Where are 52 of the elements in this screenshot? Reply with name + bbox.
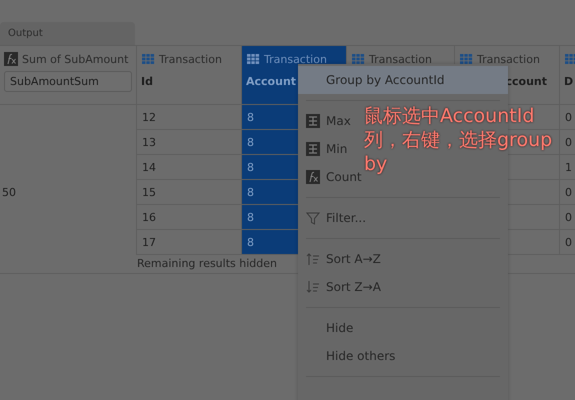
annotation-text: 鼠标选中AccountId列，右键，选择group by — [364, 104, 554, 176]
column-title[interactable]: Transaction — [477, 52, 540, 66]
menu-item[interactable]: Max — [306, 114, 351, 128]
table-icon — [459, 52, 473, 66]
aggregate-icon — [306, 142, 320, 156]
table-icon — [141, 52, 155, 66]
table-cell: 8 — [247, 161, 254, 174]
menu-item[interactable]: Count — [306, 170, 362, 184]
menu-item[interactable]: Filter... — [306, 211, 366, 225]
table-cell: 8 — [247, 236, 254, 249]
column-title[interactable]: Transaction — [264, 52, 327, 66]
menu-item[interactable]: Hide — [306, 321, 354, 335]
table-cell: 0 — [565, 211, 572, 224]
column-header[interactable]: D — [564, 75, 574, 88]
menu-item[interactable]: Min — [306, 142, 348, 156]
menu-item[interactable]: Hide others — [306, 349, 396, 363]
table-cell: 8 — [247, 211, 254, 224]
table-cell: 12 — [142, 111, 156, 124]
formula-icon — [4, 52, 18, 66]
table-cell: 0 — [565, 136, 572, 149]
status-text: Remaining results hidden — [137, 257, 277, 270]
formula-icon — [306, 170, 320, 184]
table-cell: 1 — [565, 161, 572, 174]
menu-item[interactable]: Sort A→Z — [306, 252, 381, 266]
table-icon — [351, 52, 365, 66]
table-cell: 17 — [142, 236, 156, 249]
table-cell: 16 — [142, 211, 156, 224]
filter-icon — [306, 211, 320, 225]
table-cell: 8 — [247, 136, 254, 149]
column-header[interactable]: Id — [141, 75, 153, 88]
column-header[interactable]: Account — [246, 75, 296, 88]
table-cell: 50 — [2, 186, 16, 199]
output-tab[interactable]: Output — [0, 22, 135, 45]
aggregate-icon — [306, 114, 320, 128]
table-cell: 0 — [565, 111, 572, 124]
column-title[interactable]: Sum of SubAmount — [22, 52, 128, 66]
table-cell: 0 — [565, 186, 572, 199]
table-icon — [246, 52, 260, 66]
sort-descending-icon — [306, 280, 320, 294]
menu-item[interactable]: Group by AccountId — [298, 66, 508, 94]
sort-ascending-icon — [306, 252, 320, 266]
table-cell: 14 — [142, 161, 156, 174]
table-cell: 8 — [247, 111, 254, 124]
menu-item[interactable]: Sort Z→A — [306, 280, 381, 294]
column-title[interactable]: Transaction — [369, 52, 432, 66]
table-cell: 15 — [142, 186, 156, 199]
column-title[interactable]: Transaction — [159, 52, 222, 66]
table-cell: 13 — [142, 136, 156, 149]
alias-field[interactable]: SubAmountSum — [4, 71, 132, 92]
table-icon — [564, 52, 575, 66]
table-cell: 8 — [247, 186, 254, 199]
table-cell: 0 — [565, 236, 572, 249]
